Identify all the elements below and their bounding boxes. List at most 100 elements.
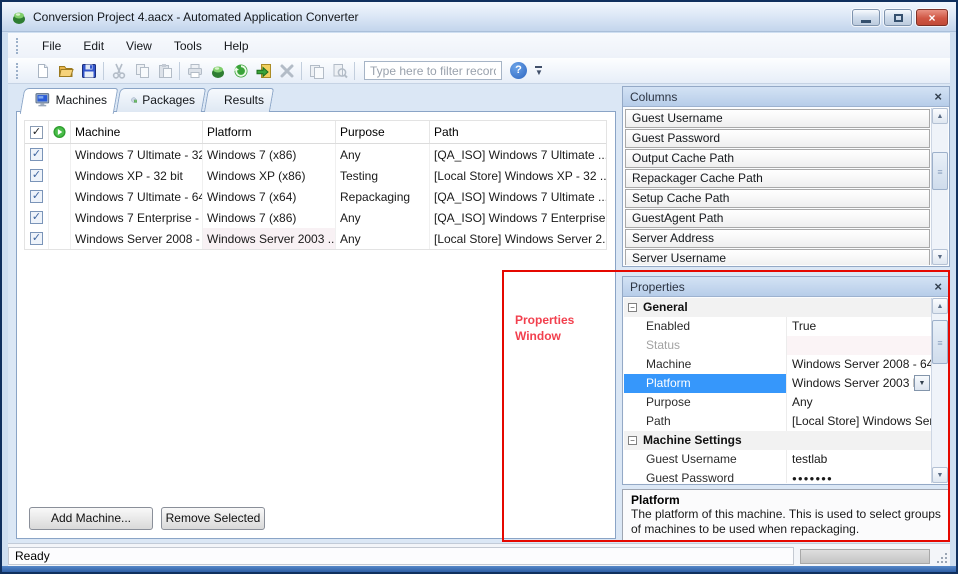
maximize-button[interactable] [884,9,912,26]
column-header-platform[interactable]: Platform [203,121,336,143]
column-header-path[interactable]: Path [430,121,606,143]
tab-machines[interactable]: Machines [22,88,116,112]
print-button[interactable] [183,60,206,82]
cell-machine[interactable]: Windows 7 Ultimate - 32... [71,144,203,165]
table-row[interactable]: ✓ Windows 7 Ultimate - 64... Windows 7 (… [25,186,606,207]
property-row-platform[interactable]: Platform Windows Server 2003 R ▼ [624,374,931,393]
table-row[interactable]: ✓ Windows 7 Ultimate - 32... Windows 7 (… [25,144,606,165]
select-all-checkbox[interactable]: ✓ [30,126,43,139]
property-row-guest-username[interactable]: Guest Username testlab [624,450,931,469]
row-checkbox-cell[interactable]: ✓ [25,228,49,249]
cell-machine[interactable]: Windows Server 2008 - 6... [71,228,203,249]
save-button[interactable] [77,60,100,82]
tab-packages[interactable]: Packages [118,88,204,112]
close-icon[interactable]: × [934,90,942,103]
dropdown-button[interactable]: ▼ [914,375,930,391]
property-row-machine[interactable]: Machine Windows Server 2008 - 64 [624,355,931,374]
property-value[interactable]: [Local Store] Windows Ser [786,412,931,431]
property-row-guest-password[interactable]: Guest Password ●●●●●●● [624,469,931,483]
row-checkbox[interactable]: ✓ [30,232,43,245]
tab-results[interactable]: Results [206,88,272,112]
cell-path[interactable]: [Local Store] Windows XP - 32 ... [430,165,606,186]
cell-machine[interactable]: Windows 7 Ultimate - 64... [71,186,203,207]
close-button[interactable]: × [916,9,948,26]
row-checkbox-cell[interactable]: ✓ [25,186,49,207]
collapse-icon[interactable]: − [628,303,637,312]
minimize-button[interactable] [852,9,880,26]
cell-path[interactable]: [QA_ISO] Windows 7 Ultimate ... [430,144,606,165]
cell-machine[interactable]: Windows XP - 32 bit [71,165,203,186]
category-general[interactable]: − General [624,298,931,317]
status-column-header[interactable] [49,121,71,143]
property-value[interactable]: Windows Server 2003 R ▼ [786,374,931,393]
paste-button[interactable] [153,60,176,82]
list-item[interactable]: Guest Password [625,129,930,148]
scroll-up-icon[interactable]: ▲ [932,108,948,124]
scroll-up-icon[interactable]: ▲ [932,298,948,314]
select-all-cell[interactable]: ✓ [25,121,49,143]
cell-platform[interactable]: Windows 7 (x64) [203,186,336,207]
column-header-machine[interactable]: Machine [71,121,203,143]
add-machine-button[interactable]: Add Machine... [29,507,153,530]
cell-path[interactable]: [QA_ISO] Windows 7 Enterprise... [430,207,606,228]
property-value[interactable]: testlab [786,450,931,469]
resize-grip[interactable] [935,551,947,563]
list-item[interactable]: Setup Cache Path [625,189,930,208]
property-row-path[interactable]: Path [Local Store] Windows Ser [624,412,931,431]
cancel-button[interactable] [275,60,298,82]
property-row-purpose[interactable]: Purpose Any [624,393,931,412]
refresh-button[interactable] [229,60,252,82]
category-machine-settings[interactable]: − Machine Settings [624,431,931,450]
row-checkbox-cell[interactable]: ✓ [25,144,49,165]
cut-button[interactable] [107,60,130,82]
cell-platform[interactable]: Windows 7 (x86) [203,144,336,165]
cell-platform[interactable]: Windows 7 (x86) [203,207,336,228]
convert-button[interactable] [206,60,229,82]
cell-purpose[interactable]: Any [336,228,430,249]
property-row-status[interactable]: Status [624,336,931,355]
help-button[interactable]: ? [510,62,527,79]
cell-machine[interactable]: Windows 7 Enterprise - 3... [71,207,203,228]
cell-platform[interactable]: Windows Server 2003 ... [203,228,336,249]
filter-input[interactable] [364,61,502,80]
menu-help[interactable]: Help [213,36,260,56]
list-item[interactable]: Server Address [625,229,930,248]
remove-selected-button[interactable]: Remove Selected [161,507,265,530]
properties-scrollbar[interactable]: ▲ ≡ ▼ [931,298,948,483]
menu-file[interactable]: File [31,36,72,56]
property-row-enabled[interactable]: Enabled True [624,317,931,336]
scroll-down-icon[interactable]: ▼ [932,249,948,265]
property-value[interactable]: Windows Server 2008 - 64 [786,355,931,374]
row-checkbox-cell[interactable]: ✓ [25,207,49,228]
export-button[interactable] [252,60,275,82]
list-item[interactable]: Output Cache Path [625,149,930,168]
toolbar-overflow-button[interactable]: ▼ [535,66,543,76]
cell-purpose[interactable]: Any [336,144,430,165]
list-item[interactable]: Guest Username [625,109,930,128]
open-button[interactable] [54,60,77,82]
row-checkbox[interactable]: ✓ [30,169,43,182]
cell-purpose[interactable]: Repackaging [336,186,430,207]
menu-view[interactable]: View [115,36,163,56]
cell-purpose[interactable]: Testing [336,165,430,186]
column-header-purpose[interactable]: Purpose [336,121,430,143]
list-item[interactable]: GuestAgent Path [625,209,930,228]
table-row[interactable]: ✓ Windows Server 2008 - 6... Windows Ser… [25,228,606,249]
scroll-down-icon[interactable]: ▼ [932,467,948,483]
cell-purpose[interactable]: Any [336,207,430,228]
cell-platform[interactable]: Windows XP (x86) [203,165,336,186]
cell-path[interactable]: [Local Store] Windows Server 2... [430,228,606,249]
scrollbar-thumb[interactable]: ≡ [932,152,948,190]
toolbar-grip[interactable] [16,63,21,79]
property-value[interactable]: True [786,317,931,336]
copy-button[interactable] [130,60,153,82]
row-checkbox[interactable]: ✓ [30,190,43,203]
columns-scrollbar[interactable]: ▲ ≡ ▼ [931,108,948,265]
menu-edit[interactable]: Edit [72,36,115,56]
cell-path[interactable]: [QA_ISO] Windows 7 Ultimate ... [430,186,606,207]
property-value[interactable]: Any [786,393,931,412]
new-document-button[interactable] [31,60,54,82]
close-icon[interactable]: × [934,280,942,293]
row-checkbox[interactable]: ✓ [30,211,43,224]
menubar-grip[interactable] [16,38,21,54]
